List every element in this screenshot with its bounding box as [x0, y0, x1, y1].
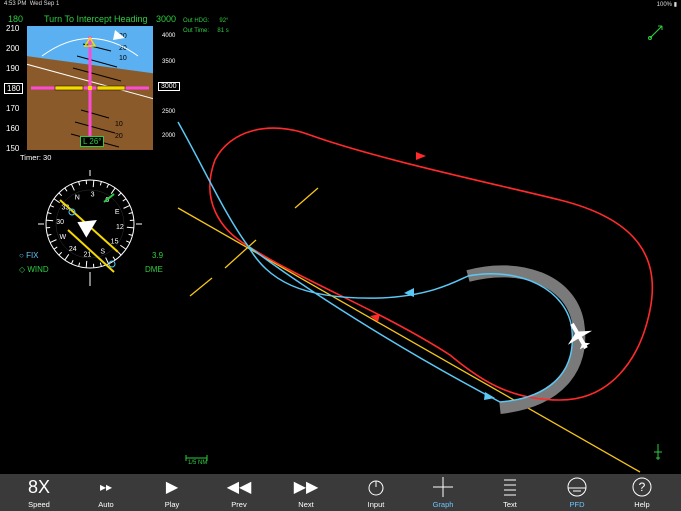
- compass-label: S: [100, 249, 105, 256]
- radial-cross-lower: [189, 277, 213, 297]
- input-button[interactable]: Input: [351, 474, 401, 511]
- status-battery: 100% ▮: [656, 2, 677, 8]
- play-button[interactable]: ▶ Play: [147, 474, 197, 511]
- wind-legend: ◇ WIND: [19, 265, 49, 274]
- out-time: Out Time: 81 s: [183, 28, 229, 34]
- svg-text:10: 10: [119, 55, 127, 62]
- holding-arrow-outbound: [416, 152, 426, 160]
- prev-button[interactable]: ◀◀ Prev: [214, 474, 264, 511]
- pfd-altitude-top: 3000: [156, 14, 177, 24]
- text-icon: [485, 477, 535, 497]
- prev-icon: ◀◀: [226, 479, 252, 496]
- graph-button[interactable]: Graph: [418, 474, 468, 511]
- help-button[interactable]: ? Help: [617, 474, 667, 511]
- pfd-heading-top: 180: [8, 14, 24, 24]
- svg-text:?: ?: [639, 480, 646, 494]
- compass-label: 12: [116, 224, 124, 231]
- dme-label: DME: [145, 265, 163, 274]
- text-button[interactable]: Text: [485, 474, 535, 511]
- pfd-button[interactable]: PFD: [552, 474, 602, 511]
- attitude-indicator: 10 20 30 10 20: [27, 26, 153, 150]
- speed-icon: 8X: [27, 476, 51, 497]
- compass-label: 15: [111, 239, 119, 246]
- help-icon: ?: [617, 477, 667, 497]
- aircraft-track: [177, 121, 574, 403]
- compass-label: 3: [91, 192, 95, 199]
- play-icon: ▶: [165, 479, 179, 496]
- compass-tick: [92, 180, 95, 188]
- pfd-icon: [552, 477, 602, 497]
- ownship-small-icon: [654, 444, 662, 460]
- bottom-toolbar: 8X Speed ▸▸ Auto ▶ Play ◀◀ Prev ▶▶ Next …: [0, 474, 681, 511]
- hsi-compass: N36E1215S2124W3033: [38, 170, 142, 286]
- speed-button[interactable]: 8X Speed: [14, 474, 64, 511]
- wind-icon: [648, 25, 663, 40]
- status-bar: 4:53 PM Wed Sep 1 100% ▮: [0, 0, 681, 10]
- compass-label: 30: [56, 219, 64, 226]
- compass-label: W: [60, 234, 67, 241]
- auto-icon: ▸▸: [99, 480, 113, 494]
- compass-label: 24: [69, 246, 77, 253]
- compass-label: E: [115, 209, 120, 216]
- input-icon: [351, 477, 401, 497]
- compass-tick: [46, 219, 54, 222]
- svg-text:20: 20: [115, 133, 123, 140]
- compass-tick: [85, 260, 88, 268]
- dme-distance: 3.9: [152, 251, 164, 260]
- next-button[interactable]: ▶▶ Next: [281, 474, 331, 511]
- scale-label: 1/5 NM: [188, 460, 208, 466]
- out-hdg: Out HDG: 92°: [183, 18, 229, 24]
- svg-text:10: 10: [115, 121, 123, 128]
- pfd-title: Turn To Intercept Heading: [44, 14, 148, 24]
- altitude-readout: 3000: [158, 82, 180, 91]
- radial-cross-upper: [294, 187, 319, 209]
- compass-label: 21: [83, 251, 91, 258]
- status-time: 4:53 PM Wed Sep 1: [4, 1, 60, 7]
- compass-label: N: [75, 194, 80, 201]
- timer: Timer: 30: [20, 153, 52, 162]
- bank-indicator: L 26°: [80, 136, 105, 147]
- auto-button[interactable]: ▸▸ Auto: [81, 474, 131, 511]
- fix-legend: ○ FIX: [19, 251, 39, 260]
- next-icon: ▶▶: [293, 479, 319, 496]
- graph-icon: [418, 477, 468, 497]
- speed-readout: 180: [4, 83, 24, 94]
- compass-tick: [126, 226, 134, 229]
- turn-arc: [466, 265, 586, 414]
